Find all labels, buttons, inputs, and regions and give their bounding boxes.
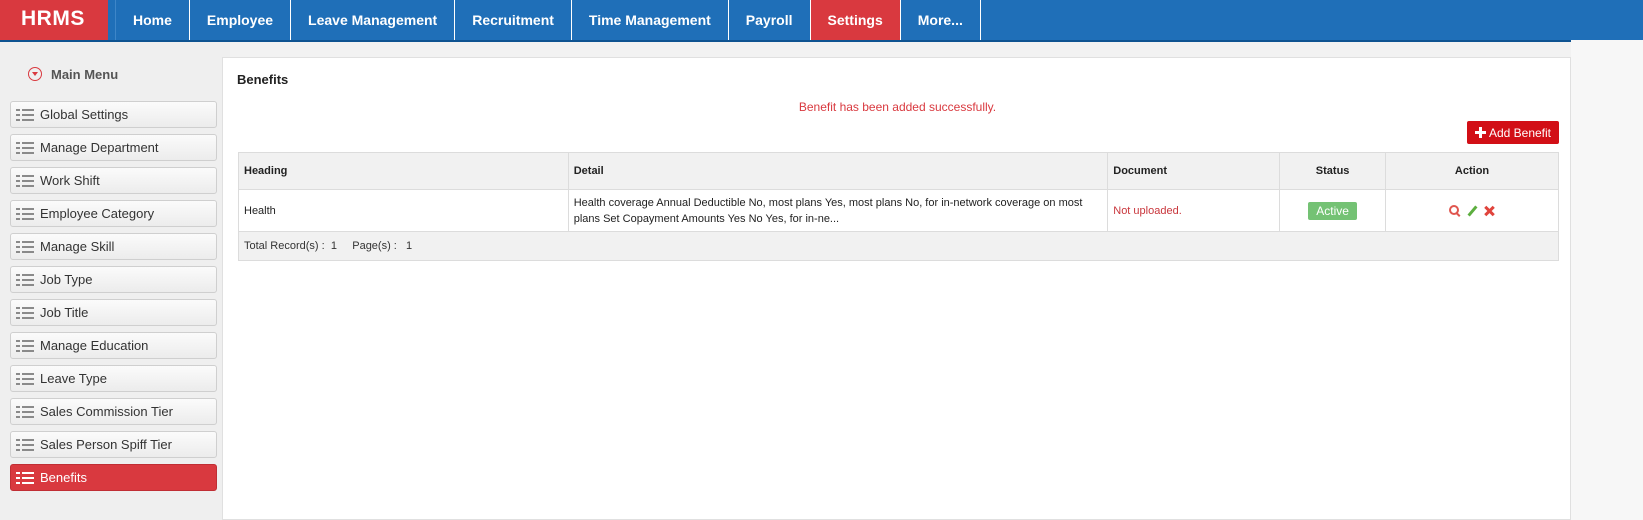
table-row: Health Health coverage Annual Deductible… — [238, 189, 1559, 232]
nav-time-management[interactable]: Time Management — [572, 0, 729, 40]
view-search-icon[interactable] — [1448, 204, 1461, 217]
sidebar: Main Menu Global Settings Manage Departm… — [0, 42, 230, 520]
col-detail[interactable]: Detail — [567, 152, 1109, 190]
nav-leave-management[interactable]: Leave Management — [291, 0, 456, 40]
list-icon — [16, 372, 34, 385]
sidebar-item-label: Employee Category — [40, 206, 155, 221]
cell-detail: Health coverage Annual Deductible No, mo… — [567, 189, 1109, 232]
sidebar-item-employee-category[interactable]: Employee Category — [10, 200, 217, 227]
sidebar-item-label: Manage Education — [40, 338, 149, 353]
benefits-table: Heading Detail Document Status Action He… — [238, 152, 1559, 261]
sidebar-item-label: Manage Department — [40, 140, 159, 155]
nav-payroll[interactable]: Payroll — [729, 0, 811, 40]
pagination-info: Total Record(s) : 1 Page(s) : 1 — [238, 231, 1559, 261]
delete-x-icon[interactable] — [1483, 205, 1495, 217]
sidebar-item-job-type[interactable]: Job Type — [10, 266, 217, 293]
sidebar-item-global-settings[interactable]: Global Settings — [10, 101, 217, 128]
page-scroll-track[interactable] — [1571, 40, 1643, 520]
sidebar-menu: Global Settings Manage Department Work S… — [10, 101, 217, 497]
nav-home[interactable]: Home — [115, 0, 190, 40]
sidebar-item-label: Manage Skill — [40, 239, 115, 254]
col-document[interactable]: Document — [1107, 152, 1281, 190]
main-menu-label: Main Menu — [51, 66, 119, 82]
success-message: Benefit has been added successfully. — [798, 100, 997, 114]
sidebar-item-sales-person-spiff-tier[interactable]: Sales Person Spiff Tier — [10, 431, 217, 458]
cell-heading: Health — [238, 189, 569, 232]
status-badge[interactable]: Active — [1308, 201, 1357, 220]
list-icon — [16, 306, 34, 319]
logo-arrow — [86, 0, 108, 40]
records-label: Total Record(s) : — [244, 240, 325, 252]
sidebar-item-label: Sales Person Spiff Tier — [40, 437, 172, 452]
list-icon — [16, 405, 34, 418]
cell-status: Active — [1279, 189, 1387, 232]
table-footer: Total Record(s) : 1 Page(s) : 1 — [238, 231, 1559, 261]
page-title: Benefits — [237, 72, 289, 87]
sidebar-item-label: Sales Commission Tier — [40, 404, 173, 419]
cell-document: Not uploaded. — [1107, 189, 1281, 232]
sidebar-item-leave-type[interactable]: Leave Type — [10, 365, 217, 392]
nav-settings[interactable]: Settings — [810, 0, 901, 40]
sidebar-item-label: Work Shift — [40, 173, 100, 188]
pages-count: 1 — [406, 240, 413, 252]
nav-recruitment[interactable]: Recruitment — [455, 0, 572, 40]
sidebar-item-manage-department[interactable]: Manage Department — [10, 134, 217, 161]
plus-icon — [1474, 127, 1486, 138]
nav-employee[interactable]: Employee — [190, 0, 292, 40]
sidebar-item-benefits[interactable]: Benefits — [10, 464, 217, 491]
col-status[interactable]: Status — [1279, 152, 1387, 190]
sidebar-item-work-shift[interactable]: Work Shift — [10, 167, 217, 194]
pages-label: Page(s) : — [352, 240, 397, 252]
list-icon — [16, 141, 34, 154]
records-count: 1 — [330, 240, 337, 252]
content-panel: Benefits Benefit has been added successf… — [222, 57, 1571, 520]
edit-pencil-icon[interactable] — [1466, 205, 1478, 217]
sidebar-item-label: Job Title — [40, 305, 89, 320]
list-icon — [16, 174, 34, 187]
list-icon — [16, 471, 34, 484]
col-heading[interactable]: Heading — [238, 152, 569, 190]
sidebar-item-label: Global Settings — [40, 107, 129, 122]
list-icon — [16, 207, 34, 220]
sidebar-item-job-title[interactable]: Job Title — [10, 299, 217, 326]
nav-more[interactable]: More... — [901, 0, 981, 40]
add-benefit-button[interactable]: Add Benefit — [1467, 121, 1559, 144]
sidebar-item-manage-education[interactable]: Manage Education — [10, 332, 217, 359]
list-icon — [16, 438, 34, 451]
chevron-down-circle-icon — [28, 67, 42, 81]
list-icon — [16, 273, 34, 286]
sidebar-item-label: Leave Type — [40, 371, 107, 386]
list-icon — [16, 240, 34, 253]
sidebar-item-label: Benefits — [40, 470, 87, 485]
col-action: Action — [1385, 152, 1559, 190]
list-icon — [16, 108, 34, 121]
main-menu-toggle[interactable]: Main Menu — [28, 64, 118, 84]
add-benefit-label: Add Benefit — [1488, 125, 1552, 140]
sidebar-item-label: Job Type — [40, 272, 93, 287]
sidebar-item-sales-commission-tier[interactable]: Sales Commission Tier — [10, 398, 217, 425]
cell-action — [1385, 189, 1559, 232]
list-icon — [16, 339, 34, 352]
sidebar-item-manage-skill[interactable]: Manage Skill — [10, 233, 217, 260]
main-nav: Home Employee Leave Management Recruitme… — [115, 0, 981, 40]
top-navbar: HRMS Home Employee Leave Management Recr… — [0, 0, 1643, 42]
